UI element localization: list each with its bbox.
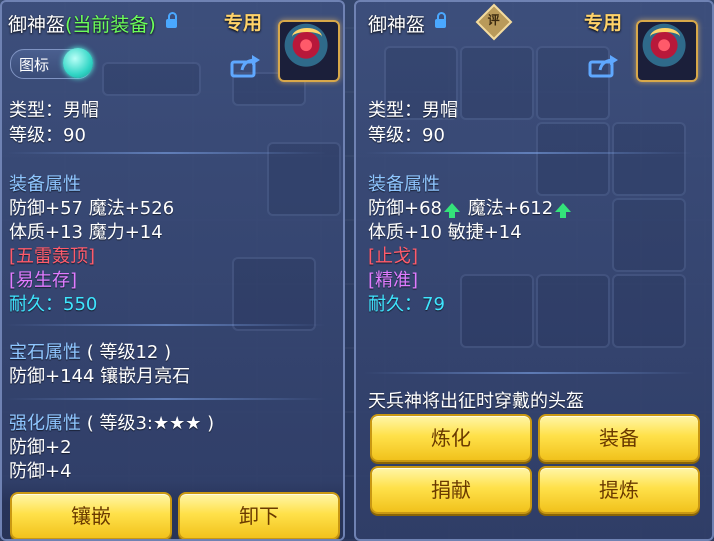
divider xyxy=(6,398,326,400)
attr-line-1: 防御+68 魔法+612 xyxy=(368,194,573,220)
equip-attr-header: 装备属性 xyxy=(9,174,81,195)
durability: 耐久：550 xyxy=(9,290,97,316)
compare-equipment-panel: 御神盔 专用 类型：男帽 等级：90 装备属性 防御+68 魔法+612 体质+… xyxy=(354,0,714,541)
item-level: 等级：90 xyxy=(368,125,445,146)
ghost-slot xyxy=(612,274,686,348)
attr-line-1: 防御+57 魔法+526 xyxy=(9,198,175,219)
strengthen-line-2: 防御+4 xyxy=(9,461,72,482)
item-type: 类型：男帽 xyxy=(9,100,99,121)
durability-value: 550 xyxy=(63,294,98,315)
strengthen-level: ( 等级3:★★★ ) xyxy=(86,413,215,434)
strengthen-attr-row: 强化属性 ( 等级3:★★★ ) xyxy=(9,409,214,435)
share-icon[interactable] xyxy=(588,54,620,78)
item-level: 等级：90 xyxy=(9,125,86,146)
up-arrow-icon xyxy=(555,203,572,218)
durability: 耐久：79 xyxy=(368,290,445,316)
gem-attr-row: 宝石属性 ( 等级12 ) xyxy=(9,338,171,364)
gem-attr-header: 宝石属性 xyxy=(9,342,81,363)
special-effect: [易生存] xyxy=(9,270,78,291)
ghost-slot xyxy=(232,257,316,331)
ghost-slot xyxy=(102,62,201,96)
item-type: 类型：男帽 xyxy=(368,100,458,121)
donate-button[interactable]: 捐献 xyxy=(370,466,532,514)
current-equipped-label: (当前装备) xyxy=(65,14,156,36)
gem-level: ( 等级12 ) xyxy=(86,342,172,363)
ghost-slot xyxy=(460,274,534,348)
attr-line-2: 体质+13 魔力+14 xyxy=(9,222,163,243)
special-skill: [止戈] xyxy=(368,246,419,267)
strengthen-attr-header: 强化属性 xyxy=(9,413,81,434)
special-skill: [五雷轰顶] xyxy=(9,246,96,267)
durability-label: 耐久： xyxy=(9,294,63,315)
exclusive-badge: 专用 xyxy=(584,12,623,34)
ghost-slot xyxy=(460,46,534,120)
toggle-knob xyxy=(63,48,93,78)
helmet-item-icon xyxy=(278,20,340,82)
lock-icon xyxy=(435,12,447,28)
durability-value: 79 xyxy=(422,294,445,315)
rating-label: 评 xyxy=(487,13,500,28)
item-description: 天兵神将出征时穿戴的头盔 xyxy=(368,391,584,412)
lock-icon xyxy=(165,12,177,28)
up-arrow-icon xyxy=(444,203,460,218)
item-title: 御神盔(当前装备) xyxy=(8,10,177,37)
inlay-button[interactable]: 镶嵌 xyxy=(10,492,172,539)
attr-line-2: 体质+10 敏捷+14 xyxy=(368,222,522,243)
gem-attr-line: 防御+144 镶嵌月亮石 xyxy=(9,366,191,387)
current-equipment-panel: 御神盔(当前装备) 专用 图标 类型：男帽 等级：90 装备属性 防御+57 魔… xyxy=(0,0,345,541)
attr-magic: 魔法+612 xyxy=(467,198,554,219)
ghost-slot xyxy=(612,122,686,196)
unequip-button[interactable]: 卸下 xyxy=(178,492,340,539)
divider xyxy=(6,152,326,154)
ghost-slot xyxy=(536,274,610,348)
ghost-slot xyxy=(536,122,610,196)
divider xyxy=(364,152,694,154)
share-icon[interactable] xyxy=(230,54,262,78)
equip-button[interactable]: 装备 xyxy=(538,414,700,462)
helmet-item-icon xyxy=(636,20,698,82)
divider xyxy=(364,372,694,374)
extract-button[interactable]: 提炼 xyxy=(538,466,700,514)
strengthen-line-1: 防御+2 xyxy=(9,437,72,458)
durability-label: 耐久： xyxy=(368,294,422,315)
divider xyxy=(6,324,326,326)
icon-toggle[interactable]: 图标 xyxy=(10,48,93,79)
special-effect: [精准] xyxy=(368,270,419,291)
exclusive-badge: 专用 xyxy=(224,12,263,34)
item-name: 御神盔 xyxy=(368,14,426,36)
ghost-slot xyxy=(612,198,686,272)
item-title: 御神盔 xyxy=(368,10,447,37)
item-name: 御神盔 xyxy=(8,14,66,36)
icon-toggle-label: 图标 xyxy=(19,56,50,74)
refine-button[interactable]: 炼化 xyxy=(370,414,532,462)
attr-defense: 防御+68 xyxy=(368,198,442,219)
equip-attr-header: 装备属性 xyxy=(368,174,440,195)
